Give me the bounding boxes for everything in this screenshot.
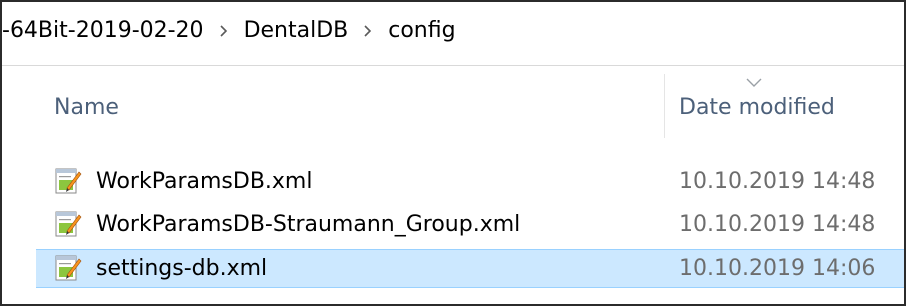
column-header-name[interactable]: Name: [36, 66, 664, 142]
file-row-selected[interactable]: settings-db.xml 10.10.2019 14:06: [36, 249, 904, 288]
file-date-modified: 10.10.2019 14:48: [679, 212, 876, 237]
column-header-row: Name Date modified: [2, 66, 904, 142]
breadcrumb: -64Bit-2019-02-20 DentalDB config: [2, 18, 456, 43]
column-header-date-label: Date modified: [679, 95, 835, 120]
file-date-modified: 10.10.2019 14:48: [679, 169, 876, 194]
breadcrumb-item-dentaldb[interactable]: DentalDB: [244, 18, 349, 43]
file-row[interactable]: WorkParamsDB.xml 10.10.2019 14:48: [36, 162, 904, 201]
file-date-modified: 10.10.2019 14:06: [679, 256, 876, 281]
xml-notepad-file-icon: [55, 168, 82, 194]
xml-notepad-file-icon: [55, 255, 82, 281]
breadcrumb-item-config[interactable]: config: [388, 18, 455, 43]
chevron-down-icon: [746, 78, 762, 87]
file-row[interactable]: WorkParamsDB-Straumann_Group.xml 10.10.2…: [36, 205, 904, 244]
breadcrumb-separator-icon[interactable]: [348, 20, 388, 41]
file-explorer-window: -64Bit-2019-02-20 DentalDB config Name D…: [0, 0, 906, 306]
xml-notepad-file-icon: [55, 211, 82, 237]
address-bar[interactable]: -64Bit-2019-02-20 DentalDB config: [2, 2, 904, 66]
column-header-date-modified[interactable]: Date modified: [665, 66, 904, 142]
file-name: WorkParamsDB-Straumann_Group.xml: [96, 212, 521, 237]
file-name: WorkParamsDB.xml: [96, 169, 313, 194]
column-header-name-label: Name: [54, 95, 119, 120]
breadcrumb-item-root[interactable]: -64Bit-2019-02-20: [2, 18, 204, 43]
file-name: settings-db.xml: [96, 256, 268, 281]
breadcrumb-separator-icon[interactable]: [204, 20, 244, 41]
